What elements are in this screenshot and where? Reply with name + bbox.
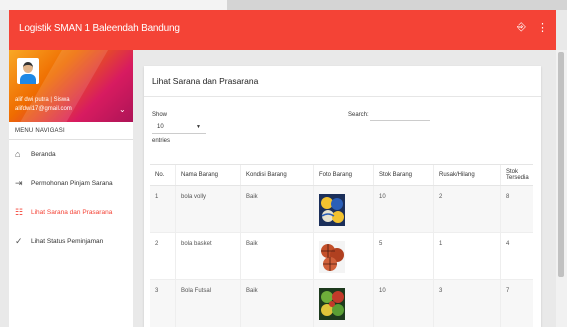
cell-nama-barang: Bola Futsal: [175, 279, 241, 327]
app-title[interactable]: Logistik SMAN 1 Baleendah Bandung: [19, 23, 180, 34]
window-strip-right: [227, 0, 567, 10]
cell-kondisi: Baik: [240, 279, 314, 327]
cell-nama-barang: bola basket: [175, 232, 241, 280]
table-row: 2 bola basket Baik 5 1 4: [150, 232, 533, 280]
card-divider: [144, 96, 541, 97]
search-input[interactable]: [370, 109, 430, 121]
data-table: No. Nama Barang Kondisi Barang Foto Bara…: [150, 164, 533, 327]
column-header-stok-tersedia[interactable]: Stok Tersedia: [500, 164, 533, 186]
avatar: [17, 58, 39, 84]
cell-kondisi: Baik: [240, 232, 314, 280]
cell-nama-barang: bola volly: [175, 185, 241, 233]
table-row: 3 Bola Futsal Baik 10 3 7: [150, 279, 533, 327]
sidebar-item-label: Lihat Sarana dan Prasarana: [31, 209, 113, 216]
cell-kondisi: Baik: [240, 185, 314, 233]
cell-rusak-hilang: 3: [433, 279, 501, 327]
table-row: 1 bola volly Baik 10 2 8: [150, 185, 533, 233]
cell-stok-tersedia: 8: [500, 185, 533, 233]
logout-icon[interactable]: ⎆: [517, 21, 526, 34]
avatar-body: [20, 74, 36, 84]
top-navbar: Logistik SMAN 1 Baleendah Bandung ⎆ ⋮: [9, 10, 556, 50]
cell-rusak-hilang: 2: [433, 185, 501, 233]
search-label: Search:: [348, 112, 369, 118]
cell-foto: [313, 185, 374, 233]
cell-no: 1: [150, 185, 176, 233]
entries-select-value: 10: [157, 124, 164, 130]
user-email: alifdwi17@gmail.com: [15, 106, 72, 112]
content-card: Lihat Sarana dan Prasarana Show 10 ▼ ent…: [144, 66, 541, 327]
entries-label: entries: [152, 138, 171, 144]
volleyball-photo: [319, 194, 345, 226]
window-strip-left: [0, 0, 227, 10]
cell-foto: [313, 232, 374, 280]
cell-stok-barang: 10: [373, 279, 434, 327]
nav-header: MENU NAVIGASI: [15, 128, 65, 134]
avatar-head: [23, 62, 33, 73]
list-icon: ☷: [15, 207, 24, 217]
page-scrollbar-thumb[interactable]: [558, 52, 564, 277]
user-profile-panel: alif dwi putra | Siswa alifdwi17@gmail.c…: [9, 50, 133, 122]
dropdown-arrow-icon: ▼: [196, 124, 201, 130]
cell-stok-tersedia: 4: [500, 232, 533, 280]
cell-no: 2: [150, 232, 176, 280]
sidebar-item-lihat-sarana[interactable]: ☷ Lihat Sarana dan Prasarana: [9, 202, 133, 226]
cell-stok-tersedia: 7: [500, 279, 533, 327]
sidebar-item-permohonan[interactable]: ⇥ Permohonan Pinjam Sarana: [9, 173, 133, 197]
column-header-rusak-hilang[interactable]: Rusak/Hilang: [433, 164, 501, 186]
sidebar-item-beranda[interactable]: ⌂ Beranda: [9, 144, 133, 168]
column-header-foto-barang[interactable]: Foto Barang: [313, 164, 374, 186]
column-header-nama-barang[interactable]: Nama Barang: [175, 164, 241, 186]
sidebar-item-status-peminjaman[interactable]: ✓ Lihat Status Peminjaman: [9, 231, 133, 255]
column-header-no[interactable]: No.: [150, 164, 176, 186]
cell-stok-barang: 10: [373, 185, 434, 233]
check-icon: ✓: [15, 236, 23, 246]
cell-rusak-hilang: 1: [433, 232, 501, 280]
sidebar: alif dwi putra | Siswa alifdwi17@gmail.c…: [9, 50, 133, 327]
cell-foto: [313, 279, 374, 327]
user-name: alif dwi putra | Siswa: [15, 97, 70, 103]
futsal-ball-photo: [319, 288, 345, 320]
cell-no: 3: [150, 279, 176, 327]
more-menu-icon[interactable]: ⋮: [537, 21, 548, 34]
sidebar-item-label: Beranda: [31, 151, 56, 158]
column-header-stok-barang[interactable]: Stok Barang: [373, 164, 434, 186]
sidebar-item-label: Lihat Status Peminjaman: [31, 238, 104, 245]
cell-stok-barang: 5: [373, 232, 434, 280]
basketball-photo: [319, 241, 345, 273]
sidebar-item-label: Permohonan Pinjam Sarana: [31, 180, 113, 187]
nav-divider: [9, 139, 133, 140]
entries-select[interactable]: 10 ▼: [152, 123, 206, 134]
show-label: Show: [152, 112, 168, 118]
table-header-row: No. Nama Barang Kondisi Barang Foto Bara…: [150, 164, 533, 186]
page-title: Lihat Sarana dan Prasarana: [152, 76, 259, 86]
column-header-kondisi-barang[interactable]: Kondisi Barang: [240, 164, 314, 186]
login-icon: ⇥: [15, 178, 23, 188]
chevron-down-icon[interactable]: ⌄: [119, 105, 126, 114]
home-icon: ⌂: [15, 149, 21, 159]
